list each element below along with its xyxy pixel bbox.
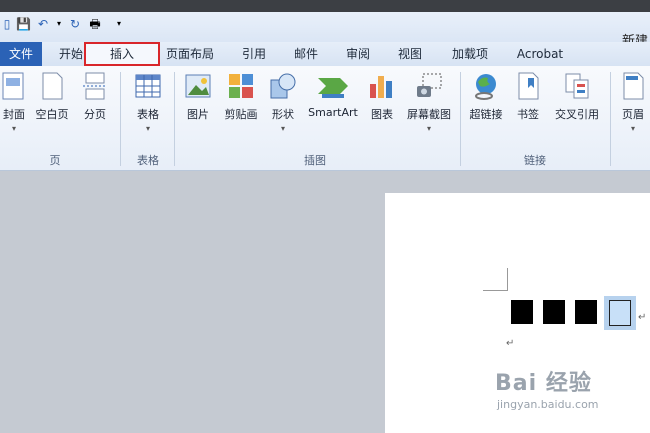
undo-dropdown-icon[interactable]: ▾ — [52, 17, 66, 31]
header-button[interactable]: 页眉 ▾ — [616, 72, 650, 133]
cross-reference-button[interactable]: 交叉引用 — [550, 72, 604, 122]
picture-icon — [184, 72, 212, 100]
chevron-down-icon: ▾ — [11, 124, 16, 133]
chevron-down-icon: ▾ — [280, 124, 285, 133]
ribbon: 封面 ▾ 空白页 分页 页 表格 ▾ 表格 图片 剪贴画 形状 ▾ SmartA… — [0, 66, 650, 171]
group-divider — [174, 72, 175, 166]
clip-art-button[interactable]: 剪贴画 — [220, 72, 262, 122]
shapes-icon — [269, 72, 297, 100]
word-app-icon[interactable]: ▯ — [0, 17, 14, 31]
blank-page-button[interactable]: 空白页 — [32, 72, 72, 122]
group-label-links: 链接 — [524, 154, 546, 167]
page-break-icon — [81, 72, 109, 100]
chart-icon — [368, 72, 396, 100]
bookmark-button[interactable]: 书签 — [512, 72, 544, 122]
paragraph-mark: ↵ — [506, 338, 515, 349]
tab-review[interactable]: 审阅 — [340, 42, 376, 66]
cover-page-button[interactable]: 封面 ▾ — [0, 72, 28, 133]
baidu-watermark-logo: Bai 经验 — [495, 371, 592, 396]
tab-view[interactable]: 视图 — [392, 42, 428, 66]
chevron-down-icon: ▾ — [630, 124, 635, 133]
customize-toolbar-icon[interactable]: ▾ — [112, 17, 126, 31]
tab-page-layout[interactable]: 页面布局 — [160, 42, 220, 66]
header-icon — [619, 72, 647, 100]
group-divider — [460, 72, 461, 166]
save-icon[interactable]: 💾 — [16, 17, 31, 31]
chevron-down-icon: ▾ — [145, 124, 150, 133]
screenshot-icon — [415, 72, 443, 100]
group-divider — [610, 72, 611, 166]
tab-mailings[interactable]: 邮件 — [288, 42, 324, 66]
group-label-illustrations: 插图 — [304, 154, 326, 167]
group-label-pages: 页 — [49, 154, 61, 167]
print-icon[interactable]: 🖶 — [88, 17, 102, 31]
quick-access-toolbar: ▯ 💾 ↶ ▾ ↻ 🖶 ▾ 新建 — [0, 12, 650, 49]
baidu-watermark-url: jingyan.baidu.com — [497, 398, 599, 411]
smartart-icon — [316, 72, 350, 100]
tab-insert[interactable]: 插入 — [84, 42, 160, 66]
screenshot-button[interactable]: 屏幕截图 ▾ — [402, 72, 456, 133]
chevron-down-icon: ▾ — [426, 124, 431, 133]
bookmark-icon — [514, 72, 542, 100]
smartart-button[interactable]: SmartArt — [304, 72, 362, 119]
redo-icon[interactable]: ↻ — [68, 17, 82, 31]
tab-addins[interactable]: 加载项 — [446, 42, 494, 66]
window-top-bar — [0, 0, 650, 12]
black-square-symbol[interactable] — [511, 300, 533, 324]
table-button[interactable]: 表格 ▾ — [128, 72, 168, 133]
blank-page-icon — [38, 72, 66, 100]
group-label-tables: 表格 — [137, 154, 159, 167]
page-break-button[interactable]: 分页 — [78, 72, 112, 122]
shapes-button[interactable]: 形状 ▾ — [266, 72, 300, 133]
group-divider — [120, 72, 121, 166]
black-square-symbol[interactable] — [575, 300, 597, 324]
hyperlink-button[interactable]: 超链接 — [466, 72, 506, 122]
tab-home[interactable]: 开始 — [56, 42, 86, 66]
undo-icon[interactable]: ↶ — [36, 17, 50, 31]
clip-art-icon — [227, 72, 255, 100]
black-square-symbol[interactable] — [543, 300, 565, 324]
paragraph-mark: ↵ — [638, 312, 647, 323]
cover-page-icon — [0, 72, 28, 100]
ribbon-tabs: 文件 开始 插入 页面布局 引用 邮件 审阅 视图 加载项 Acrobat — [0, 42, 650, 66]
globe-link-icon — [472, 72, 500, 100]
chart-button[interactable]: 图表 — [366, 72, 398, 122]
cross-reference-icon — [563, 72, 591, 100]
picture-button[interactable]: 图片 — [180, 72, 216, 122]
white-square-symbol-selected[interactable] — [609, 300, 631, 326]
page-margin-corner-mark — [483, 268, 508, 291]
table-icon — [134, 72, 162, 100]
tab-acrobat[interactable]: Acrobat — [510, 42, 570, 66]
tab-references[interactable]: 引用 — [236, 42, 272, 66]
tab-file[interactable]: 文件 — [0, 42, 42, 66]
